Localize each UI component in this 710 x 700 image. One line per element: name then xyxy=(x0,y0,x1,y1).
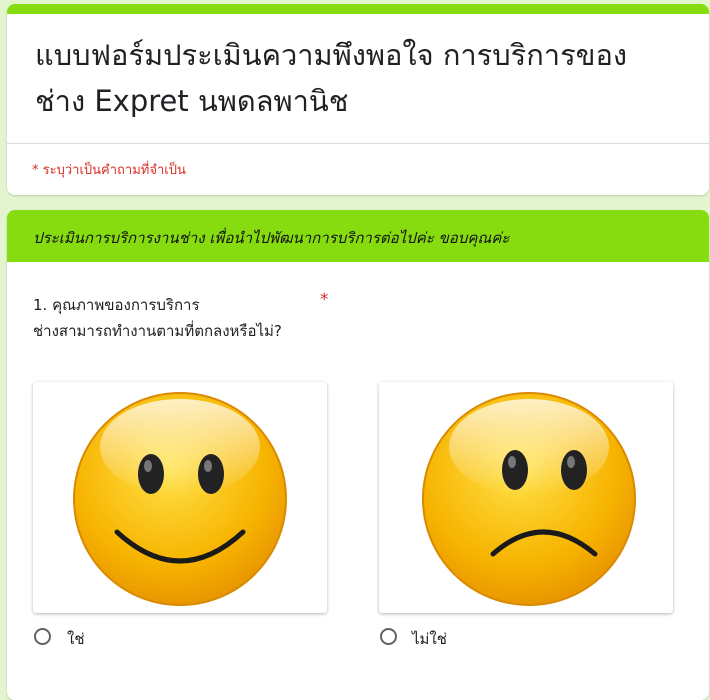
section-header: ประเมินการบริการงานช่าง เพื่อนำไปพัฒนากา… xyxy=(7,210,709,262)
title-card-accent-bar xyxy=(7,4,709,14)
required-asterisk: * xyxy=(320,290,329,310)
question-title-line-1: 1. คุณภาพของการบริการ xyxy=(33,296,200,314)
form-title-card: แบบฟอร์มประเมินความพึงพอใจ การบริการของช… xyxy=(7,4,709,195)
frowning-face-icon xyxy=(422,392,636,606)
radio-yes[interactable] xyxy=(34,628,51,645)
question-title: 1. คุณภาพของการบริการ ช่างสามารถทำงานตาม… xyxy=(33,292,282,344)
option-image-no[interactable] xyxy=(379,382,673,613)
smiling-face-icon xyxy=(73,392,287,606)
radio-no[interactable] xyxy=(380,628,397,645)
form-title: แบบฟอร์มประเมินความพึงพอใจ การบริการของช… xyxy=(35,38,628,118)
title-divider xyxy=(7,143,709,144)
question-title-line-2: ช่างสามารถทำงานตามที่ตกลงหรือไม่? xyxy=(33,322,282,340)
option-label-yes[interactable]: ใช่ xyxy=(67,627,85,651)
option-image-yes[interactable] xyxy=(33,382,327,613)
question-section-card: ประเมินการบริการงานช่าง เพื่อนำไปพัฒนากา… xyxy=(7,210,709,700)
required-note: * ระบุว่าเป็นคำถามที่จำเป็น xyxy=(32,163,186,178)
option-label-no[interactable]: ไม่ใช่ xyxy=(412,627,447,651)
section-description: ประเมินการบริการงานช่าง เพื่อนำไปพัฒนากา… xyxy=(33,229,510,247)
